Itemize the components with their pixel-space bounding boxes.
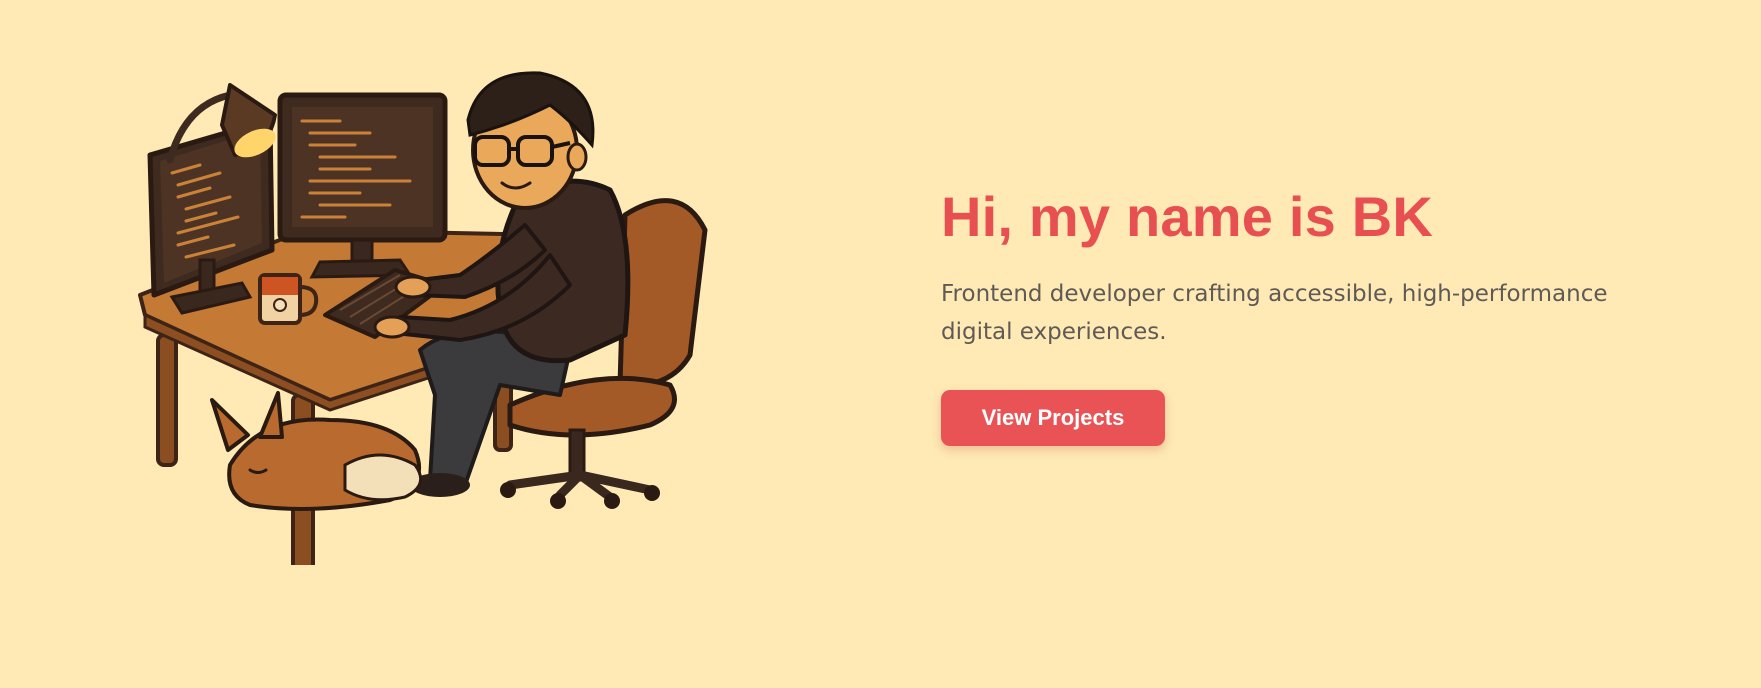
hero-section: Hi, my name is BK Frontend developer cra… bbox=[0, 0, 1761, 688]
view-projects-button[interactable]: View Projects bbox=[941, 390, 1165, 446]
sleeping-pet-icon bbox=[210, 391, 423, 511]
page-title: Hi, my name is BK bbox=[941, 185, 1434, 248]
hero-subtitle: Frontend developer crafting accessible, … bbox=[941, 281, 1608, 345]
hero-text-block: Hi, my name is BK Frontend developer cra… bbox=[941, 185, 1661, 446]
developer-illustration bbox=[130, 65, 810, 572]
